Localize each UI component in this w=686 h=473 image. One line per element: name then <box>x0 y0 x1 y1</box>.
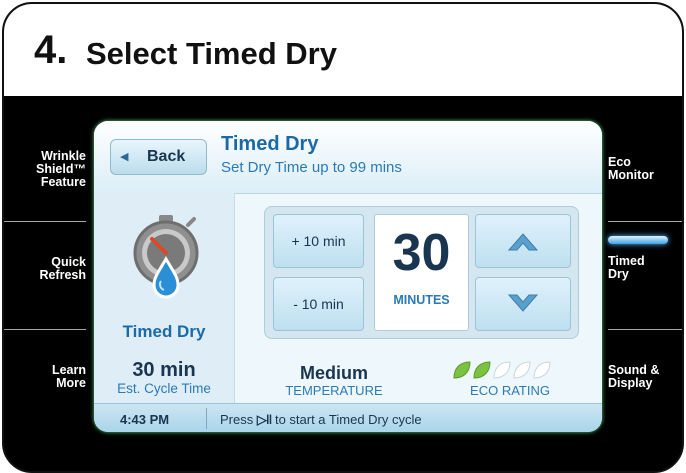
learn-more-label-2: More <box>56 376 86 390</box>
time-unit: MINUTES <box>393 293 450 307</box>
status-message-before: Press <box>220 412 254 427</box>
eco-monitor-label-2: Monitor <box>608 168 654 182</box>
status-message: Press ▷‖ to start a Timed Dry cycle <box>220 412 422 428</box>
temperature-value[interactable]: Medium <box>274 363 394 384</box>
back-button[interactable]: ◀ Back <box>110 139 207 175</box>
back-arrow-icon: ◀ <box>120 151 129 163</box>
minus-10-min-button[interactable]: - 10 min <box>273 277 364 331</box>
left-divider-2 <box>4 329 86 330</box>
chevron-up-icon <box>507 233 539 251</box>
cycle-name: Timed Dry <box>122 322 206 341</box>
cycle-time-label: Est. Cycle Time <box>117 381 211 396</box>
instruction-header: 4. Select Timed Dry <box>4 4 682 96</box>
wrinkle-shield-label-3: Feature <box>40 175 86 189</box>
eco-monitor-button[interactable]: Eco Monitor <box>608 156 654 182</box>
increase-button[interactable] <box>475 214 571 268</box>
left-button-panel: Wrinkle Shield™ Feature Quick Refresh Le… <box>4 96 92 471</box>
quick-refresh-label-2: Refresh <box>39 268 86 282</box>
back-button-label: Back <box>147 148 186 165</box>
eco-leaf-filled-icon <box>473 361 491 379</box>
wrinkle-shield-button[interactable]: Wrinkle Shield™ Feature <box>36 150 86 189</box>
timed-dry-label-2: Dry <box>608 267 629 281</box>
step-title: Select Timed Dry <box>86 36 337 71</box>
left-divider-1 <box>4 221 86 222</box>
screen-title: Timed Dry <box>221 133 319 155</box>
tutorial-frame: 4. Select Timed Dry Wrinkle Shield™ Feat… <box>2 2 684 473</box>
status-message-after: to start a Timed Dry cycle <box>274 412 422 427</box>
time-controls: + 10 min - 10 min 30 MINUTES <box>264 206 579 339</box>
quick-refresh-button[interactable]: Quick Refresh <box>39 256 86 282</box>
clock: 4:43 PM <box>120 412 170 427</box>
step-number: 4. <box>34 28 68 72</box>
eco-rating-label: ECO RATING <box>470 383 550 398</box>
play-pause-icon: ▷‖ <box>256 412 273 427</box>
learn-more-button[interactable]: Learn More <box>52 364 86 390</box>
sound-display-label-2: Display <box>608 376 653 390</box>
eco-leaf-empty-icon <box>513 361 531 379</box>
eco-leaf-filled-icon <box>453 361 471 379</box>
chevron-down-icon <box>507 294 539 312</box>
touch-screen: ◀ Back Timed Dry Set Dry Time up to 99 m… <box>94 121 602 432</box>
right-button-panel: Eco Monitor Timed Dry Sound & Display <box>600 96 682 471</box>
status-divider <box>206 408 207 429</box>
right-divider-1 <box>608 221 682 222</box>
eco-leaf-empty-icon <box>533 361 551 379</box>
plus-10-min-button[interactable]: + 10 min <box>273 214 364 268</box>
sound-display-button[interactable]: Sound & Display <box>608 364 659 390</box>
status-bar: 4:43 PM Press ▷‖ to start a Timed Dry cy… <box>94 403 602 432</box>
decrease-button[interactable] <box>475 277 571 331</box>
time-display: 30 MINUTES <box>374 214 469 331</box>
cycle-summary: Timed Dry 30 min Est. Cycle Time <box>94 193 235 403</box>
screen-topbar: ◀ Back Timed Dry Set Dry Time up to 99 m… <box>94 121 602 194</box>
screen-subtitle: Set Dry Time up to 99 mins <box>221 159 402 176</box>
temperature-label: TEMPERATURE <box>285 383 383 398</box>
cycle-time: 30 min <box>132 359 196 381</box>
active-indicator-bar <box>608 236 668 244</box>
timed-dry-icon <box>133 215 199 299</box>
eco-leaf-empty-icon <box>493 361 511 379</box>
timed-dry-button[interactable]: Timed Dry <box>608 255 645 281</box>
right-divider-2 <box>608 329 682 330</box>
time-value: 30 <box>392 224 451 282</box>
eco-rating-leaves <box>453 361 551 379</box>
